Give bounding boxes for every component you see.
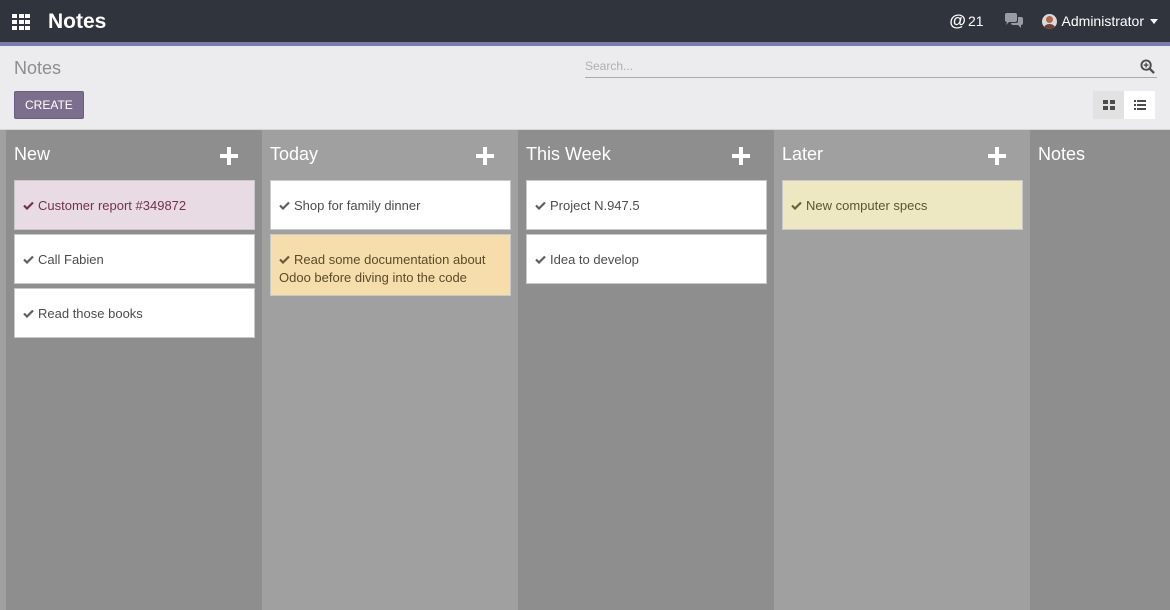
check-icon[interactable] (535, 255, 546, 264)
note-card[interactable]: Project N.947.5 (526, 180, 767, 230)
list-icon (1133, 100, 1146, 110)
mentions-button[interactable]: @ 21 (949, 11, 983, 31)
kanban-column-new: New Customer report #349872 Call Fabien … (6, 130, 262, 610)
check-icon[interactable] (23, 309, 34, 318)
check-icon[interactable] (23, 255, 34, 264)
add-card-icon[interactable] (220, 147, 238, 165)
note-card[interactable]: Idea to develop (526, 234, 767, 284)
create-button[interactable]: CREATE (14, 91, 84, 119)
apps-menu-icon[interactable] (12, 14, 30, 30)
note-text: Project N.947.5 (550, 198, 640, 213)
note-text: Shop for family dinner (294, 198, 421, 213)
kanban-icon (1102, 100, 1115, 110)
column-title: Today (270, 144, 319, 164)
check-icon[interactable] (23, 201, 34, 210)
note-text: New computer specs (806, 198, 928, 213)
kanban-board: New Customer report #349872 Call Fabien … (0, 130, 1170, 610)
kanban-column-today: Today Shop for family dinner Read some d… (262, 130, 518, 610)
app-title: Notes (48, 10, 107, 33)
search-icon[interactable] (1140, 59, 1155, 74)
user-name: Administrator (1061, 13, 1144, 29)
note-text: Read those books (38, 306, 143, 321)
search-box (585, 56, 1157, 78)
note-text: Idea to develop (550, 252, 639, 267)
top-navbar: Notes @ 21 Administrator (0, 0, 1170, 46)
add-card-icon[interactable] (988, 147, 1006, 165)
column-title: New (14, 144, 51, 164)
column-title: This Week (526, 144, 611, 164)
search-input[interactable] (585, 56, 1125, 76)
note-text: Customer report #349872 (38, 198, 187, 213)
view-switcher (1093, 91, 1155, 119)
at-icon: @ (949, 11, 966, 30)
note-text: Call Fabien (38, 252, 104, 267)
mention-count: 21 (967, 13, 984, 29)
note-card[interactable]: Read some documentation about Odoo befor… (270, 234, 511, 296)
kanban-column-later: Later New computer specs (774, 130, 1030, 610)
kanban-column-this-week: This Week Project N.947.5 Idea to develo… (518, 130, 774, 610)
note-card[interactable]: New computer specs (782, 180, 1023, 230)
chat-icon[interactable] (1004, 13, 1024, 29)
column-title[interactable]: Notes (1038, 144, 1085, 165)
chevron-down-icon (1150, 18, 1158, 24)
avatar (1041, 13, 1057, 29)
control-panel: Notes CREATE (0, 46, 1170, 130)
breadcrumb: Notes (14, 58, 62, 78)
kanban-view-button[interactable] (1093, 91, 1124, 119)
add-card-icon[interactable] (732, 147, 750, 165)
list-view-button[interactable] (1124, 91, 1155, 119)
check-icon[interactable] (279, 201, 290, 210)
note-text: Read some documentation about Odoo befor… (279, 252, 486, 285)
check-icon[interactable] (535, 201, 546, 210)
check-icon[interactable] (791, 201, 802, 210)
note-card[interactable]: Call Fabien (14, 234, 255, 284)
note-card[interactable]: Read those books (14, 288, 255, 338)
column-title: Later (782, 144, 824, 164)
user-menu[interactable]: Administrator (1041, 13, 1158, 29)
check-icon[interactable] (279, 255, 290, 264)
note-card[interactable]: Shop for family dinner (270, 180, 511, 230)
note-card[interactable]: Customer report #349872 (14, 180, 255, 230)
add-card-icon[interactable] (476, 147, 494, 165)
kanban-column-notes: Notes (1030, 130, 1170, 610)
